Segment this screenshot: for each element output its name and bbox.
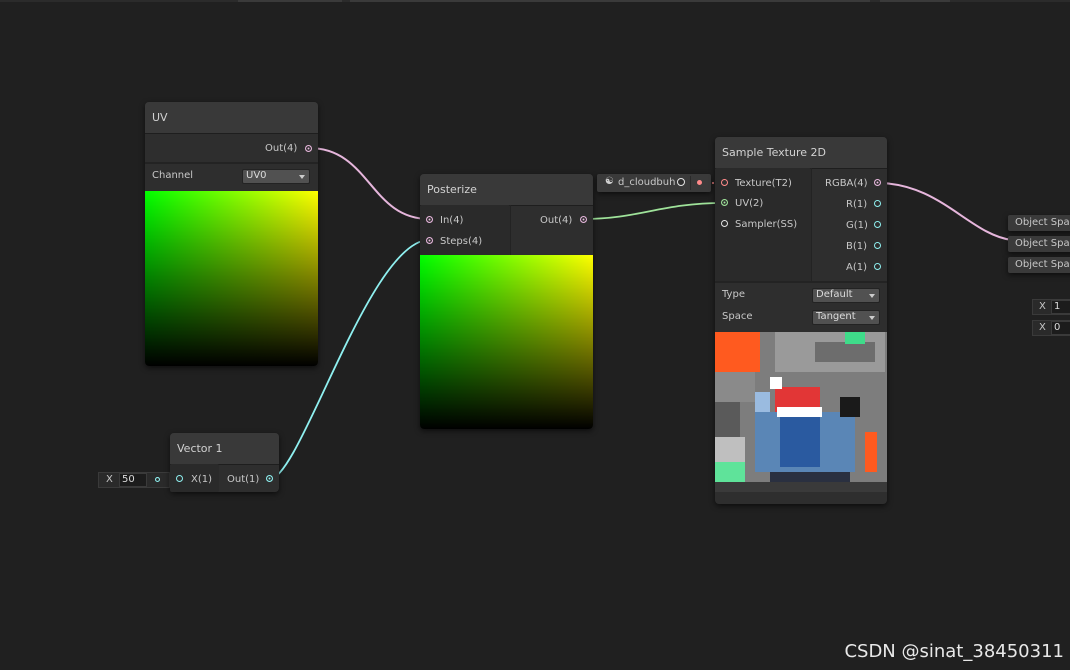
channel-value: UV0 [246, 170, 267, 181]
chevron-down-icon [299, 175, 305, 179]
edge-rgba-to-object-space[interactable] [877, 182, 1013, 241]
object-space-item[interactable]: Object Spa [1008, 215, 1070, 231]
sample-settings-divider [715, 281, 887, 283]
vector1-x-port[interactable] [176, 475, 183, 482]
inline-x-value[interactable]: 50 [119, 473, 147, 487]
posterize-column-divider [510, 205, 511, 255]
rgba-out-label: RGBA(4) [825, 178, 868, 189]
uv-out-label: Out(4) [265, 143, 298, 154]
r-out-label: R(1) [846, 199, 868, 210]
channel-label: Channel [152, 170, 194, 181]
a-out-port[interactable] [874, 263, 881, 270]
texture-property-node[interactable]: ☯ d_cloudbuh [597, 174, 711, 192]
right-field-value[interactable]: 0 [1051, 321, 1070, 335]
posterize-node[interactable]: Posterize In(4) Steps(4) Out(4) [420, 174, 593, 429]
right-inline-field[interactable]: X 0 [1032, 320, 1070, 336]
uv-node-header[interactable]: UV [145, 102, 318, 134]
channel-dropdown[interactable]: UV0 [242, 169, 310, 184]
posterize-steps-port[interactable] [426, 237, 433, 244]
type-label: Type [722, 289, 745, 300]
vector1-node-header[interactable]: Vector 1 [170, 433, 279, 465]
space-dropdown[interactable]: Tangent [812, 310, 880, 325]
texture-preview [715, 332, 887, 492]
texture-in-label: Texture(T2) [735, 178, 792, 189]
space-label: Space [722, 311, 753, 322]
texture-property-divider [690, 176, 691, 190]
right-inline-field[interactable]: X 1 [1032, 299, 1070, 315]
preview-block [777, 407, 822, 417]
vector1-out-port[interactable] [266, 475, 273, 482]
posterize-steps-label: Steps(4) [440, 236, 483, 247]
texture-in-port[interactable] [721, 179, 728, 186]
vector1-node-title: Vector 1 [177, 442, 223, 455]
uv-node[interactable]: UV Out(4) Channel UV0 [145, 102, 318, 366]
b-out-label: B(1) [846, 241, 868, 252]
a-out-label: A(1) [846, 262, 868, 273]
right-field-value[interactable]: 1 [1051, 300, 1070, 314]
g-out-label: G(1) [846, 220, 868, 231]
texture-property-icon: ☯ [605, 176, 614, 187]
posterize-preview [420, 255, 593, 429]
inline-x-axis: X [106, 474, 113, 485]
object-space-item[interactable]: Object Spa [1008, 236, 1070, 252]
chevron-down-icon [869, 294, 875, 298]
uv-node-title: UV [152, 111, 168, 124]
space-value: Tangent [816, 311, 856, 322]
sampler-in-port[interactable] [721, 220, 728, 227]
uv-in-port[interactable] [721, 199, 728, 206]
object-space-label: Object Spa [1015, 217, 1070, 228]
edge-posterize-to-sample-uv[interactable] [582, 202, 725, 220]
inline-x-connector [155, 477, 160, 482]
preview-block [840, 397, 860, 417]
vector1-x-label: X(1) [191, 474, 213, 485]
texture-property-settings-icon[interactable] [677, 178, 685, 186]
g-out-port[interactable] [874, 221, 881, 228]
object-space-label: Object Spa [1015, 259, 1070, 270]
b-out-port[interactable] [874, 242, 881, 249]
preview-block [780, 417, 820, 467]
preview-block [845, 332, 865, 344]
r-out-port[interactable] [874, 200, 881, 207]
posterize-out-label: Out(4) [540, 215, 573, 226]
texture-property-name: d_cloudbuh [618, 177, 676, 188]
preview-block [715, 372, 755, 402]
posterize-in-label: In(4) [440, 215, 464, 226]
preview-block [770, 377, 782, 389]
uv-out-port[interactable] [305, 145, 312, 152]
posterize-node-header[interactable]: Posterize [420, 174, 593, 206]
right-field-axis: X [1039, 322, 1046, 333]
edge-uv-to-posterize[interactable] [308, 147, 430, 220]
chevron-down-icon [869, 316, 875, 320]
uv-divider [145, 162, 318, 164]
preview-block [715, 482, 887, 492]
texture-property-out-port[interactable] [697, 180, 702, 185]
preview-block [815, 342, 875, 362]
vector1-node[interactable]: Vector 1 X(1) Out(1) [170, 433, 279, 492]
posterize-input-column [420, 205, 510, 255]
sample-texture-node[interactable]: Sample Texture 2D Texture(T2) UV(2) Samp… [715, 137, 887, 504]
watermark: CSDN @sinat_38450311 [844, 641, 1064, 662]
uv-in-label: UV(2) [735, 198, 764, 209]
sampler-in-label: Sampler(SS) [735, 219, 798, 230]
right-field-axis: X [1039, 301, 1046, 312]
object-space-item[interactable]: Object Spa [1008, 257, 1070, 273]
posterize-node-title: Posterize [427, 183, 477, 196]
preview-block [715, 332, 760, 372]
vector1-inline-field[interactable]: X 50 [98, 472, 170, 488]
preview-block [865, 432, 877, 472]
posterize-out-port[interactable] [580, 216, 587, 223]
type-dropdown[interactable]: Default [812, 288, 880, 303]
posterize-in-port[interactable] [426, 216, 433, 223]
type-value: Default [816, 289, 853, 300]
object-space-label: Object Spa [1015, 238, 1070, 249]
sample-column-divider [811, 168, 812, 281]
vector1-out-label: Out(1) [227, 474, 260, 485]
rgba-out-port[interactable] [874, 179, 881, 186]
sample-texture-title: Sample Texture 2D [722, 146, 826, 159]
sample-texture-header[interactable]: Sample Texture 2D [715, 137, 887, 169]
